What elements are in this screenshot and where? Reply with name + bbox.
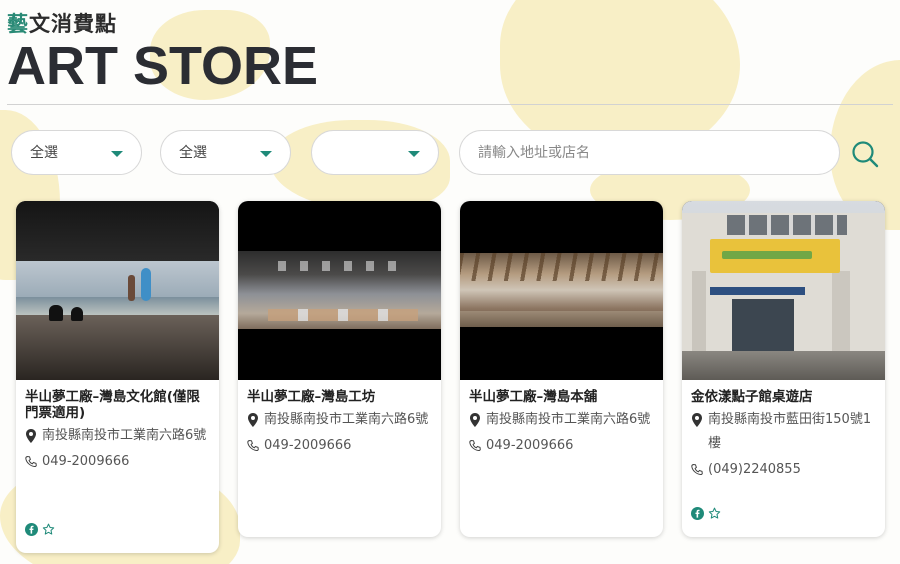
- store-address: 南投縣南投市工業南六路6號: [247, 408, 433, 432]
- star-icon[interactable]: [708, 507, 721, 520]
- subtitle-accent-char: 藝: [7, 12, 29, 36]
- facebook-icon[interactable]: [691, 507, 704, 520]
- store-phone: 049-2009666: [469, 434, 655, 458]
- store-photo: [238, 201, 441, 380]
- category-select[interactable]: [311, 130, 439, 175]
- store-name[interactable]: 半山夢工廠–灣島文化館(僅限門票適用): [25, 389, 211, 421]
- store-address-text: 南投縣南投市工業南六路6號: [42, 428, 207, 443]
- store-card[interactable]: 半山夢工廠–灣島文化館(僅限門票適用) 南投縣南投市工業南六路6號 049-20…: [16, 201, 219, 553]
- store-phone-text: (049)2240855: [708, 462, 801, 477]
- phone-icon: [25, 455, 37, 468]
- filter-bar: 全選 全選: [0, 130, 900, 176]
- store-name[interactable]: 半山夢工廠–灣島工坊: [247, 389, 433, 405]
- phone-icon: [469, 439, 481, 452]
- store-phone-text: 049-2009666: [264, 438, 352, 453]
- search-input[interactable]: [459, 130, 840, 175]
- store-phone: 049-2009666: [25, 450, 211, 474]
- store-photo: [16, 201, 219, 380]
- store-name[interactable]: 金依漾點子館桌遊店: [691, 389, 877, 405]
- phone-icon: [691, 463, 703, 476]
- location-pin-icon: [470, 413, 480, 427]
- subtitle-text: 文消費點: [29, 12, 117, 36]
- chevron-down-icon: [408, 151, 420, 157]
- store-address-text: 南投縣南投市工業南六路6號: [486, 412, 651, 427]
- page: 藝文消費點 ART STORE 全選 全選 請輸入地址或店名 半山夢工廠–灣島文…: [0, 0, 900, 564]
- store-name[interactable]: 半山夢工廠–灣島本舖: [469, 389, 655, 405]
- phone-icon: [247, 439, 259, 452]
- store-photo: [682, 201, 885, 380]
- store-social-links: [25, 523, 59, 537]
- store-social-links: [691, 507, 725, 521]
- facebook-icon[interactable]: [25, 523, 38, 536]
- location-pin-icon: [26, 429, 36, 443]
- store-phone: 049-2009666: [247, 434, 433, 458]
- county-select-value: 全選: [30, 145, 58, 161]
- page-subtitle: 藝文消費點: [7, 8, 318, 38]
- store-address: 南投縣南投市工業南六路6號: [469, 408, 655, 432]
- store-phone: (049)2240855: [691, 458, 877, 482]
- store-address-text: 南投縣南投市工業南六路6號: [264, 412, 429, 427]
- location-pin-icon: [248, 413, 258, 427]
- search-icon[interactable]: [851, 140, 879, 168]
- store-address: 南投縣南投市工業南六路6號: [25, 424, 211, 448]
- county-select[interactable]: 全選: [11, 130, 142, 175]
- store-photo: [460, 201, 663, 380]
- location-pin-icon: [692, 413, 702, 427]
- page-header: 藝文消費點 ART STORE: [7, 8, 318, 96]
- chevron-down-icon: [111, 151, 123, 157]
- header-divider: [7, 104, 893, 105]
- store-card[interactable]: 半山夢工廠–灣島工坊 南投縣南投市工業南六路6號 049-2009666: [238, 201, 441, 537]
- store-card[interactable]: 金依漾點子館桌遊店 南投縣南投市藍田街150號1樓 (049)2240855: [682, 201, 885, 537]
- chevron-down-icon: [260, 151, 272, 157]
- store-phone-text: 049-2009666: [42, 454, 130, 469]
- store-address-text: 南投縣南投市藍田街150號1樓: [708, 412, 872, 451]
- store-phone-text: 049-2009666: [486, 438, 574, 453]
- store-card[interactable]: 半山夢工廠–灣島本舖 南投縣南投市工業南六路6號 049-2009666: [460, 201, 663, 537]
- page-title: ART STORE: [7, 36, 319, 96]
- district-select[interactable]: 全選: [160, 130, 291, 175]
- district-select-value: 全選: [179, 145, 207, 161]
- star-icon[interactable]: [42, 523, 55, 536]
- store-address: 南投縣南投市藍田街150號1樓: [691, 408, 877, 456]
